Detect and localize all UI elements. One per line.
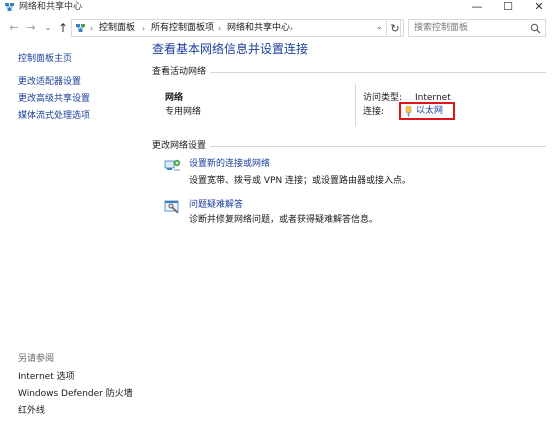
search-placeholder: 搜索控制面板 <box>414 23 469 33</box>
section-divider <box>210 146 546 147</box>
new-connection-icon <box>164 158 182 174</box>
network-center-icon <box>4 2 15 13</box>
sidebar-home-link[interactable]: 控制面板主页 <box>18 53 72 65</box>
network-name: 网络 <box>165 93 184 103</box>
sidebar-link-adapter-settings[interactable]: 更改适配器设置 <box>18 76 81 88</box>
address-bar[interactable]: › 控制面板 › 所有控制面板项 › 网络和共享中心 › <box>71 19 401 37</box>
access-type-label: 访问类型: <box>363 93 403 103</box>
network-divider <box>355 84 356 126</box>
window-title: 网络和共享中心 <box>19 2 83 12</box>
connections-label: 连接: <box>363 107 385 117</box>
change-settings-heading: 更改网络设置 <box>152 141 207 151</box>
setup-new-connection-description: 设置宽带、拨号或 VPN 连接；或设置路由器或接入点。 <box>189 176 412 186</box>
breadcrumb-network-center[interactable]: 网络和共享中心 <box>227 22 290 35</box>
refresh-button[interactable]: ↻ <box>386 19 404 37</box>
recent-locations-button[interactable]: ⌄ <box>41 20 55 36</box>
breadcrumb-all-items[interactable]: 所有控制面板项 <box>151 22 214 35</box>
sidebar-link-media-streaming[interactable]: 媒体流式处理选项 <box>18 110 90 122</box>
section-divider <box>210 72 546 73</box>
breadcrumb-separator: › <box>142 24 146 33</box>
see-also-infrared[interactable]: 红外线 <box>18 405 45 417</box>
title-bar: 网络和共享中心 — ☐ ✕ <box>0 0 554 16</box>
back-button[interactable]: ← <box>7 20 21 36</box>
navigation-bar: ← → ⌄ ↑ › 控制面板 › 所有控制面板项 › 网络和共享中心 › ⌄ ↻… <box>0 18 554 38</box>
connection-highlight-box[interactable]: 以太网 <box>399 102 455 120</box>
forward-button[interactable]: → <box>24 20 38 36</box>
sidebar-link-advanced-sharing[interactable]: 更改高级共享设置 <box>18 93 90 105</box>
see-also-internet-options[interactable]: Internet 选项 <box>18 371 75 383</box>
see-also-heading: 另请参阅 <box>18 354 55 364</box>
network-profile-type: 专用网络 <box>165 107 202 117</box>
troubleshoot-icon <box>164 199 182 215</box>
maximize-button[interactable]: ☐ <box>493 0 523 14</box>
troubleshoot-problems-description: 诊断并修复网络问题，或者获得疑难解答信息。 <box>189 215 379 225</box>
breadcrumb-separator: › <box>90 24 94 33</box>
address-history-dropdown[interactable]: ⌄ <box>376 20 383 33</box>
ethernet-connection-link[interactable]: 以太网 <box>416 105 443 117</box>
up-button[interactable]: ↑ <box>56 20 70 36</box>
search-input[interactable]: 搜索控制面板 <box>408 19 546 37</box>
minimize-button[interactable]: — <box>462 0 492 14</box>
control-panel-icon <box>75 23 86 34</box>
ethernet-icon <box>404 106 413 117</box>
breadcrumb-separator: › <box>218 24 222 33</box>
page-title: 查看基本网络信息并设置连接 <box>152 42 309 56</box>
search-icon <box>530 23 541 34</box>
breadcrumb-separator: › <box>290 24 294 33</box>
breadcrumb-control-panel[interactable]: 控制面板 <box>99 22 135 35</box>
close-button[interactable]: ✕ <box>524 0 554 14</box>
see-also-defender-firewall[interactable]: Windows Defender 防火墙 <box>18 388 133 400</box>
troubleshoot-problems-link[interactable]: 问题疑难解答 <box>189 199 243 211</box>
active-networks-heading: 查看活动网络 <box>152 67 207 77</box>
setup-new-connection-link[interactable]: 设置新的连接或网络 <box>189 158 270 170</box>
